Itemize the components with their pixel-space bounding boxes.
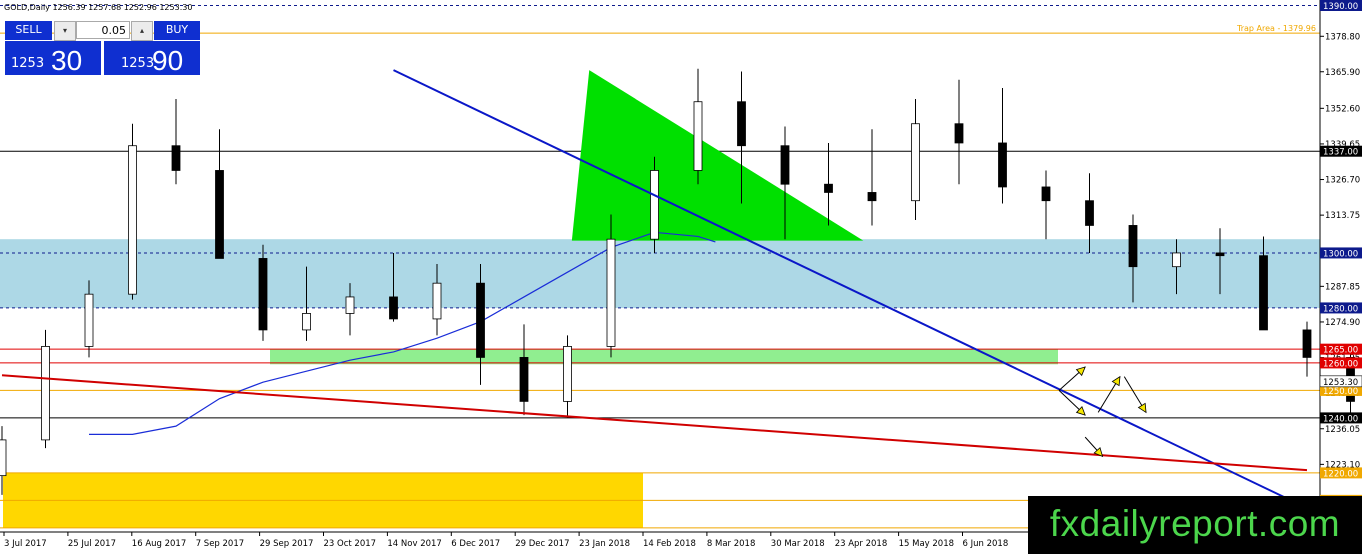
bid-price-pips: 30 — [51, 45, 83, 76]
candle-body-22 — [954, 123, 964, 144]
buy-button[interactable]: BUY — [154, 21, 200, 40]
candle-body-0 — [0, 439, 7, 477]
candle-body-14 — [606, 238, 616, 347]
bid-price-box[interactable]: 1253 30 — [5, 41, 101, 76]
time-tick-label-12: 30 Mar 2018 — [771, 539, 825, 549]
candle-body-28 — [1215, 252, 1225, 257]
time-tick-label-8: 29 Dec 2017 — [515, 539, 569, 549]
candle-body-3 — [128, 145, 137, 295]
candle-body-29 — [1259, 255, 1268, 331]
candle-body-30 — [1302, 329, 1312, 358]
price-tick-label-5: 1326.70 — [1325, 176, 1360, 186]
time-tick-label-0: 3 Jul 2017 — [4, 539, 47, 549]
time-tick-label-6: 14 Nov 2017 — [387, 539, 441, 549]
lot-decrease-icon[interactable]: ▾ — [54, 21, 76, 41]
ohlc-readout: 1256.39 1257.68 1252.96 1253.30 — [52, 3, 193, 12]
trap-area-label: Trap Area - 1379.96 — [1236, 24, 1316, 33]
ask-price-pips: 90 — [152, 45, 184, 76]
ask-price-prefix: 1253 — [121, 56, 155, 71]
price-tick-label-8: 1287.85 — [1325, 282, 1360, 292]
price-tag-label-6: 1260.00 — [1323, 359, 1358, 369]
symbol-header: GOLD,Daily 1256.39 1257.68 1252.96 1253.… — [4, 3, 192, 12]
time-tick-label-7: 6 Dec 2017 — [451, 539, 500, 549]
candle-body-15 — [650, 170, 659, 240]
zone-0 — [0, 239, 1320, 308]
candle-body-10 — [432, 282, 442, 320]
time-tick-label-13: 23 Apr 2018 — [835, 539, 888, 549]
candle-body-23 — [998, 142, 1007, 188]
time-tick-label-3: 7 Sep 2017 — [196, 539, 244, 549]
symbol-label: GOLD,Daily — [4, 3, 50, 12]
time-tick-label-15: 6 Jun 2018 — [963, 539, 1009, 549]
candle-body-16 — [693, 101, 703, 171]
candle-body-24 — [1041, 186, 1051, 202]
price-tag-label-4: 1280.00 — [1323, 304, 1358, 314]
candle-body-1 — [41, 346, 50, 441]
time-tick-label-4: 29 Sep 2017 — [260, 539, 314, 549]
candle-body-5 — [215, 170, 224, 259]
one-click-trade-panel: SELL ▾ 0.05 ▴ BUY 1253 30 1253 90 — [3, 20, 201, 76]
candle-body-8 — [345, 296, 355, 314]
candle-body-2 — [84, 293, 94, 347]
sell-button[interactable]: SELL — [5, 21, 52, 40]
price-tag-label-0: 1390.00 — [1323, 2, 1358, 12]
candle-body-6 — [258, 258, 268, 331]
price-tag-label-7: 1250.00 — [1323, 387, 1358, 397]
candle-body-20 — [867, 192, 877, 202]
candle-body-12 — [519, 357, 529, 402]
current-price-tag-label: 1253.30 — [1323, 378, 1358, 388]
bid-price-prefix: 1253 — [11, 56, 45, 71]
price-tag-label-5: 1265.00 — [1323, 346, 1358, 356]
candle-body-18 — [780, 145, 790, 185]
brand-watermark: fxdailyreport.com — [1028, 496, 1362, 554]
time-tick-label-14: 15 May 2018 — [899, 539, 954, 549]
time-tick-label-2: 16 Aug 2017 — [132, 539, 186, 549]
price-tag-label-2: 1337.00 — [1323, 148, 1358, 158]
price-chart: 1390.001378.801365.901352.601339.651326.… — [0, 0, 1362, 554]
price-tag-label-3: 1300.00 — [1323, 249, 1358, 259]
candle-body-27 — [1172, 252, 1181, 268]
price-tick-label-1: 1378.80 — [1325, 32, 1360, 42]
price-tick-label-12: 1236.05 — [1325, 425, 1360, 435]
candle-body-4 — [171, 145, 181, 171]
candle-body-11 — [476, 282, 485, 358]
candle-body-17 — [737, 101, 746, 147]
zone-1 — [270, 349, 1058, 365]
candle-body-13 — [563, 346, 572, 402]
price-tick-label-2: 1365.90 — [1325, 68, 1360, 78]
price-tag-label-8: 1240.00 — [1323, 414, 1358, 424]
candle-body-9 — [389, 296, 398, 320]
time-tick-label-10: 14 Feb 2018 — [643, 539, 696, 549]
ask-price-box[interactable]: 1253 90 — [104, 41, 200, 76]
lot-size-input[interactable]: 0.05 — [76, 21, 130, 39]
time-tick-label-5: 23 Oct 2017 — [324, 539, 377, 549]
price-tick-label-3: 1352.60 — [1325, 104, 1360, 114]
candle-body-7 — [302, 313, 311, 331]
price-tag-label-9: 1220.00 — [1323, 469, 1358, 479]
time-tick-label-11: 8 Mar 2018 — [707, 539, 755, 549]
time-tick-label-1: 25 Jul 2017 — [68, 539, 116, 549]
candle-body-26 — [1128, 225, 1138, 268]
candle-body-25 — [1085, 200, 1094, 226]
price-tick-label-9: 1274.90 — [1325, 318, 1360, 328]
candle-body-21 — [911, 123, 920, 202]
time-tick-label-9: 23 Jan 2018 — [579, 539, 630, 549]
lot-increase-icon[interactable]: ▴ — [131, 21, 153, 41]
candle-body-19 — [824, 183, 833, 193]
price-tick-label-6: 1313.75 — [1325, 211, 1360, 221]
